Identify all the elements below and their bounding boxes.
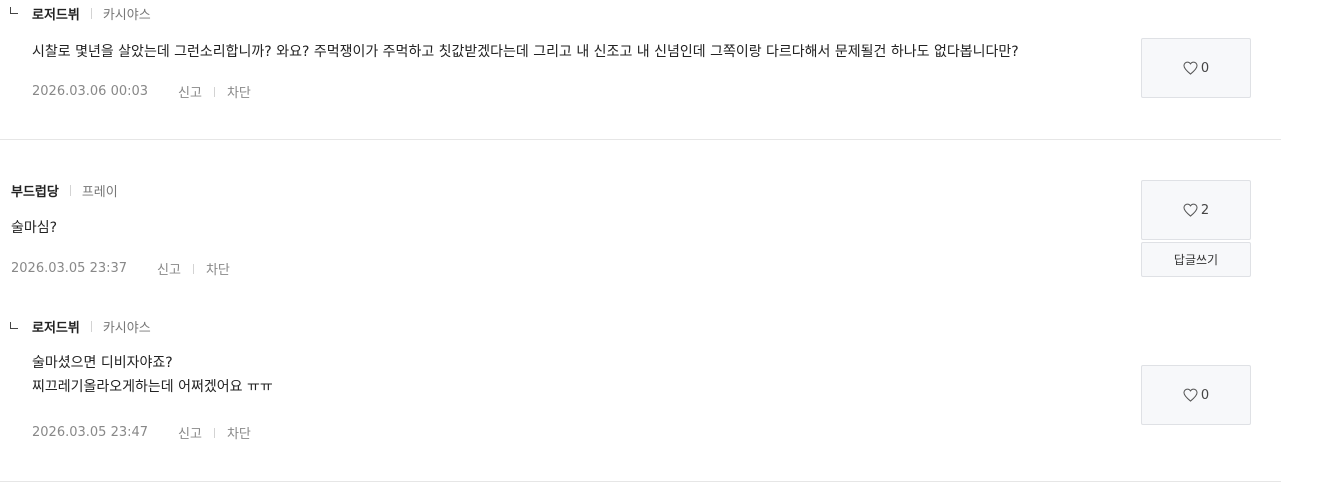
like-button[interactable]: 0 — [1141, 38, 1251, 98]
comment-line: 찌끄레기올라오게하는데 어쩌겠어요 ㅠㅠ — [32, 379, 273, 395]
heart-icon — [1183, 61, 1198, 75]
comment-line: 술마심? — [11, 220, 58, 236]
block-link[interactable]: 차단 — [227, 423, 251, 442]
comment-header: 부드럽당 프레이 — [11, 181, 118, 200]
report-link[interactable]: 신고 — [178, 82, 202, 101]
comment-text: 술마심? — [11, 216, 57, 240]
divider — [192, 263, 194, 274]
divider — [213, 427, 215, 438]
divider — [90, 321, 92, 332]
comment-item: 부드럽당 프레이 술마심? 2026.03.05 23:37 신고 차단 2 답… — [0, 140, 1281, 295]
comment-meta: 2026.03.05 23:47 신고 차단 — [32, 423, 251, 442]
comment-line: 술마셨으면 디비자야죠? — [32, 355, 173, 371]
comment-sub-id: 카시야스 — [102, 321, 151, 336]
report-link[interactable]: 신고 — [178, 423, 202, 442]
comment-meta: 2026.03.06 00:03 신고 차단 — [32, 82, 251, 101]
comment-sub-id: 프레이 — [81, 185, 118, 200]
comment-item: 로저드뷔 카시야스 시찰로 몇년을 살았는데 그런소리합니까? 와요? 주먹쟁이… — [0, 0, 1281, 140]
like-count: 0 — [1200, 387, 1210, 403]
comment-item: 로저드뷔 카시야스 술마셨으면 디비자야죠? 찌끄레기올라오게하는데 어쩌겠어요… — [0, 295, 1281, 482]
block-link[interactable]: 차단 — [206, 259, 230, 278]
heart-icon — [1183, 203, 1198, 217]
comment-text: 시찰로 몇년을 살았는데 그런소리합니까? 와요? 주먹쟁이가 주먹하고 칫값받… — [32, 40, 1019, 64]
comment-nickname[interactable]: 로저드뷔 — [32, 4, 80, 23]
comment-date: 2026.03.05 23:47 — [32, 425, 149, 440]
like-button[interactable]: 2 — [1141, 180, 1251, 240]
report-link[interactable]: 신고 — [157, 259, 181, 278]
comment-header: 로저드뷔 카시야스 — [32, 4, 151, 23]
reply-indicator-icon — [10, 322, 18, 329]
like-count: 2 — [1200, 202, 1210, 218]
comment-header: 로저드뷔 카시야스 — [32, 317, 151, 336]
heart-icon — [1183, 388, 1198, 402]
reply-indicator-icon — [10, 7, 18, 14]
write-reply-button[interactable]: 답글쓰기 — [1141, 242, 1251, 277]
divider — [69, 185, 71, 196]
divider — [213, 86, 215, 97]
comment-date: 2026.03.05 23:37 — [11, 261, 128, 276]
divider — [90, 8, 92, 19]
comment-line: 시찰로 몇년을 살았는데 그런소리합니까? 와요? 주먹쟁이가 주먹하고 칫값받… — [32, 44, 1019, 60]
comment-nickname[interactable]: 부드럽당 — [11, 181, 59, 200]
like-count: 0 — [1200, 60, 1210, 76]
comment-meta: 2026.03.05 23:37 신고 차단 — [11, 259, 230, 278]
comment-date: 2026.03.06 00:03 — [32, 84, 149, 99]
block-link[interactable]: 차단 — [227, 82, 251, 101]
comment-sub-id: 카시야스 — [102, 8, 151, 23]
comment-nickname[interactable]: 로저드뷔 — [32, 317, 80, 336]
comment-text: 술마셨으면 디비자야죠? 찌끄레기올라오게하는데 어쩌겠어요 ㅠㅠ — [32, 351, 273, 399]
like-button[interactable]: 0 — [1141, 365, 1251, 425]
